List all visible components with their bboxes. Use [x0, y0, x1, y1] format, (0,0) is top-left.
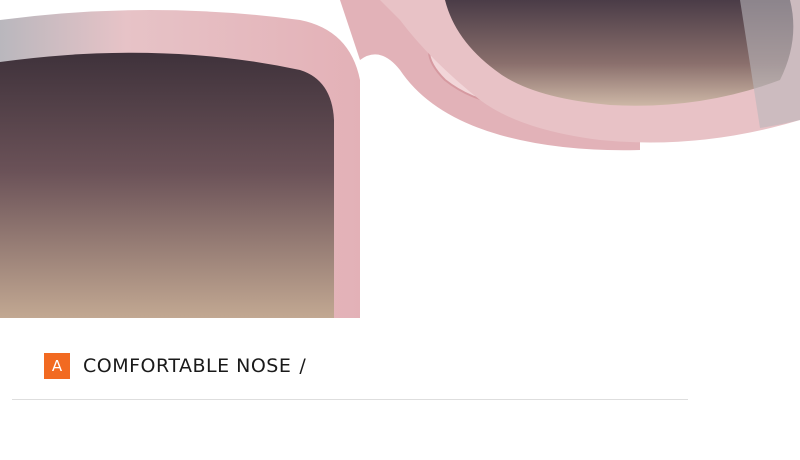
- feature-caption: A COMFORTABLE NOSE /: [44, 352, 306, 380]
- sunglasses-photo: [0, 0, 800, 318]
- title-separator: /: [299, 355, 306, 377]
- left-lens: [0, 52, 334, 318]
- divider: [12, 399, 688, 400]
- feature-badge: A: [44, 353, 70, 379]
- feature-title: COMFORTABLE NOSE: [83, 355, 292, 377]
